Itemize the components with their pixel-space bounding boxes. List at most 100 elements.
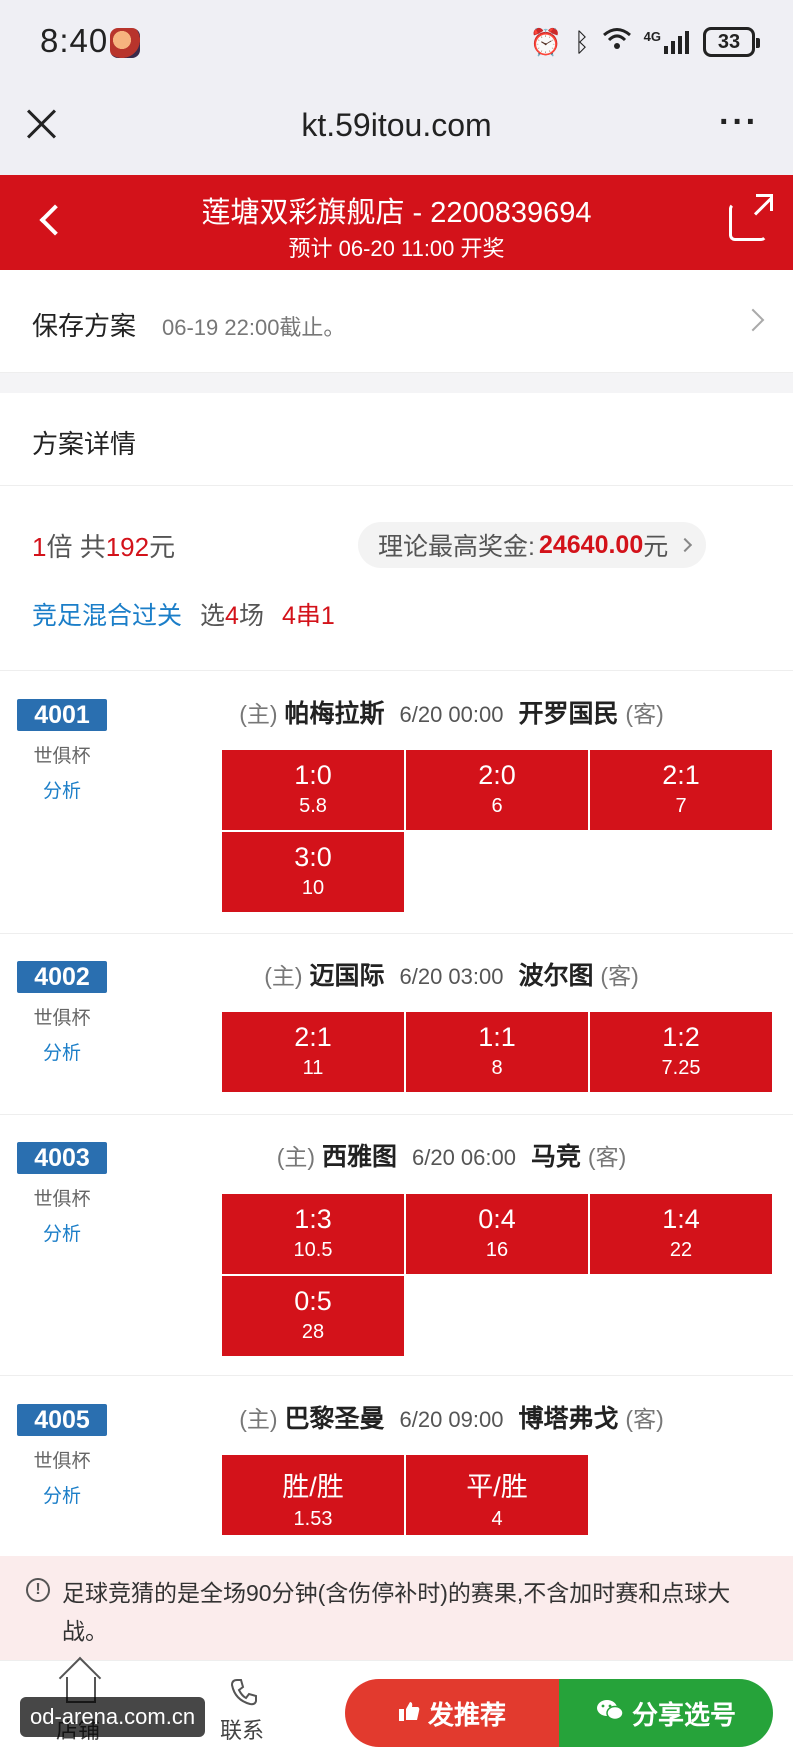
match-teams: (主) 西雅图 6/20 06:00 马竞 (客) bbox=[110, 1137, 793, 1173]
away-tag: (客) bbox=[625, 1406, 664, 1432]
select-post: 场 bbox=[238, 602, 264, 630]
analysis-link[interactable]: 分析 bbox=[17, 1219, 107, 1246]
chevron-right-icon bbox=[741, 308, 765, 332]
battery-indicator: 33 bbox=[703, 27, 760, 57]
analysis-link[interactable]: 分析 bbox=[17, 1481, 107, 1508]
bluetooth-icon: ᛒ bbox=[574, 27, 590, 57]
plan-detail-title: 方案详情 bbox=[32, 429, 137, 459]
multiplier-value: 1 bbox=[32, 532, 47, 562]
away-team: 波尔图 bbox=[518, 962, 594, 990]
away-tag: (客) bbox=[600, 963, 639, 989]
pick-cell[interactable]: 2:1 11 bbox=[222, 1012, 404, 1092]
pick-odds: 11 bbox=[302, 1057, 324, 1079]
pick-cell[interactable]: 3:0 10 bbox=[222, 832, 404, 912]
league-label: 世俱杯 bbox=[33, 1008, 91, 1029]
pick-score: 0:5 bbox=[294, 1286, 332, 1316]
pick-cell[interactable]: 1:4 22 bbox=[590, 1194, 772, 1274]
pick-odds: 28 bbox=[301, 1321, 325, 1343]
pick-odds: 4 bbox=[491, 1508, 503, 1530]
max-prize-pill[interactable]: 理论最高奖金: 24640.00 元 bbox=[358, 522, 707, 568]
network-type: 4G bbox=[643, 29, 661, 44]
match-number-badge: 4002 bbox=[17, 961, 107, 993]
select-count: 选4场 bbox=[200, 596, 264, 632]
max-prize-value: 24640.00 bbox=[538, 530, 644, 559]
analysis-link[interactable]: 分析 bbox=[17, 1038, 107, 1065]
match-time: 6/20 03:00 bbox=[399, 964, 504, 989]
pick-odds: 5.8 bbox=[299, 795, 327, 817]
match-card: 4005 世俱杯 分析 (主) 巴黎圣曼 6/20 09:00 博塔弗戈 (客)… bbox=[0, 1376, 793, 1556]
pick-cell[interactable]: 1:1 8 bbox=[406, 1012, 588, 1092]
match-time: 6/20 06:00 bbox=[412, 1145, 516, 1170]
pick-score: 胜/胜 bbox=[282, 1472, 344, 1502]
pick-cell[interactable]: 1:2 7.25 bbox=[590, 1012, 772, 1092]
pick-grid: 1:0 5.8 2:0 6 2:1 7 3:0 10 bbox=[222, 750, 772, 912]
match-card: 4003 世俱杯 分析 (主) 西雅图 6/20 06:00 马竞 (客) 1:… bbox=[0, 1115, 793, 1376]
shop-header: 莲塘双彩旗舰店 - 2200839694 预计 06-20 11:00 开奖 bbox=[0, 175, 793, 270]
pick-odds: 1.53 bbox=[293, 1508, 333, 1530]
match-teams: (主) 巴黎圣曼 6/20 09:00 博塔弗戈 (客) bbox=[110, 1399, 793, 1435]
amount-value: 192 bbox=[105, 532, 150, 562]
amount-unit: 元 bbox=[149, 532, 176, 562]
share-pick-button[interactable]: 分享选号 bbox=[559, 1679, 773, 1747]
pick-odds: 10 bbox=[301, 877, 325, 899]
match-teams: (主) 帕梅拉斯 6/20 00:00 开罗国民 (客) bbox=[110, 694, 793, 730]
max-prize-label: 理论最高奖金: bbox=[378, 533, 535, 561]
league-label: 世俱杯 bbox=[33, 1189, 91, 1210]
wifi-icon bbox=[602, 24, 632, 60]
save-plan-title: 保存方案 bbox=[32, 311, 137, 341]
share-icon[interactable] bbox=[729, 194, 773, 241]
match-number-badge: 4005 bbox=[17, 1404, 107, 1436]
recommend-label: 发推荐 bbox=[427, 1699, 506, 1730]
pick-score: 3:0 bbox=[294, 842, 332, 872]
away-tag: (客) bbox=[587, 1144, 627, 1170]
divider bbox=[0, 485, 793, 486]
signal-icon: 4G bbox=[644, 30, 691, 54]
pick-cell[interactable]: 1:0 5.8 bbox=[222, 750, 404, 830]
rules-notice: ! 足球竞猜的是全场90分钟(含伤停补时)的赛果,不含加时赛和点球大战。 bbox=[0, 1556, 793, 1660]
match-card: 4001 世俱杯 分析 (主) 帕梅拉斯 6/20 00:00 开罗国民 (客)… bbox=[0, 671, 793, 934]
max-prize-unit: 元 bbox=[643, 533, 669, 561]
analysis-link[interactable]: 分析 bbox=[17, 776, 107, 803]
save-deadline: 06-19 22:00截止。 bbox=[162, 315, 346, 340]
select-number: 4 bbox=[225, 602, 239, 630]
bet-mode-type: 竞足混合过关 bbox=[32, 602, 183, 630]
pick-cell[interactable]: 1:3 10.5 bbox=[222, 1194, 404, 1274]
match-number-badge: 4001 bbox=[17, 699, 107, 731]
pick-cell[interactable]: 0:4 16 bbox=[406, 1194, 588, 1274]
save-plan-row[interactable]: 保存方案 06-19 22:00截止。 bbox=[0, 270, 793, 373]
pick-cell[interactable]: 平/胜 4 bbox=[406, 1455, 588, 1535]
more-icon[interactable]: ··· bbox=[719, 105, 759, 139]
alarm-icon: ⏰ bbox=[529, 27, 563, 57]
pick-score: 1:1 bbox=[478, 1022, 516, 1052]
draw-time: 预计 06-20 11:00 开奖 bbox=[288, 236, 505, 261]
pick-cell[interactable]: 0:5 28 bbox=[222, 1276, 404, 1356]
home-team: 帕梅拉斯 bbox=[284, 700, 385, 728]
chevron-right-icon bbox=[678, 537, 693, 553]
shop-title: 莲塘双彩旗舰店 - 2200839694 bbox=[201, 197, 592, 229]
pick-odds: 7 bbox=[675, 795, 687, 817]
match-time: 6/20 09:00 bbox=[399, 1407, 504, 1432]
pick-cell[interactable]: 2:1 7 bbox=[590, 750, 772, 830]
home-team: 西雅图 bbox=[322, 1143, 398, 1171]
pick-cell[interactable]: 胜/胜 1.53 bbox=[222, 1455, 404, 1535]
home-tag: (主) bbox=[239, 701, 278, 727]
recommend-button[interactable]: 发推荐 bbox=[345, 1679, 559, 1747]
away-team: 马竞 bbox=[530, 1143, 581, 1171]
multiplier-unit: 倍 共 bbox=[46, 532, 106, 562]
section-gap bbox=[0, 373, 793, 393]
bet-mode: 竞足混合过关 选4场 4串1 bbox=[32, 596, 335, 632]
pick-odds: 6 bbox=[491, 795, 503, 817]
pick-score: 1:0 bbox=[294, 760, 332, 790]
away-tag: (客) bbox=[625, 701, 664, 727]
pick-cell[interactable]: 2:0 6 bbox=[406, 750, 588, 830]
home-team: 迈国际 bbox=[309, 962, 385, 990]
info-icon: ! bbox=[26, 1578, 50, 1602]
url-text: kt.59itou.com bbox=[301, 107, 492, 143]
pick-score: 0:4 bbox=[478, 1204, 516, 1234]
pick-score: 1:3 bbox=[294, 1204, 332, 1234]
away-team: 博塔弗戈 bbox=[518, 1405, 619, 1433]
pick-odds: 7.25 bbox=[661, 1057, 701, 1079]
league-label: 世俱杯 bbox=[33, 1451, 91, 1472]
status-time: 8:40 bbox=[40, 22, 109, 59]
home-tag: (主) bbox=[239, 1406, 278, 1432]
